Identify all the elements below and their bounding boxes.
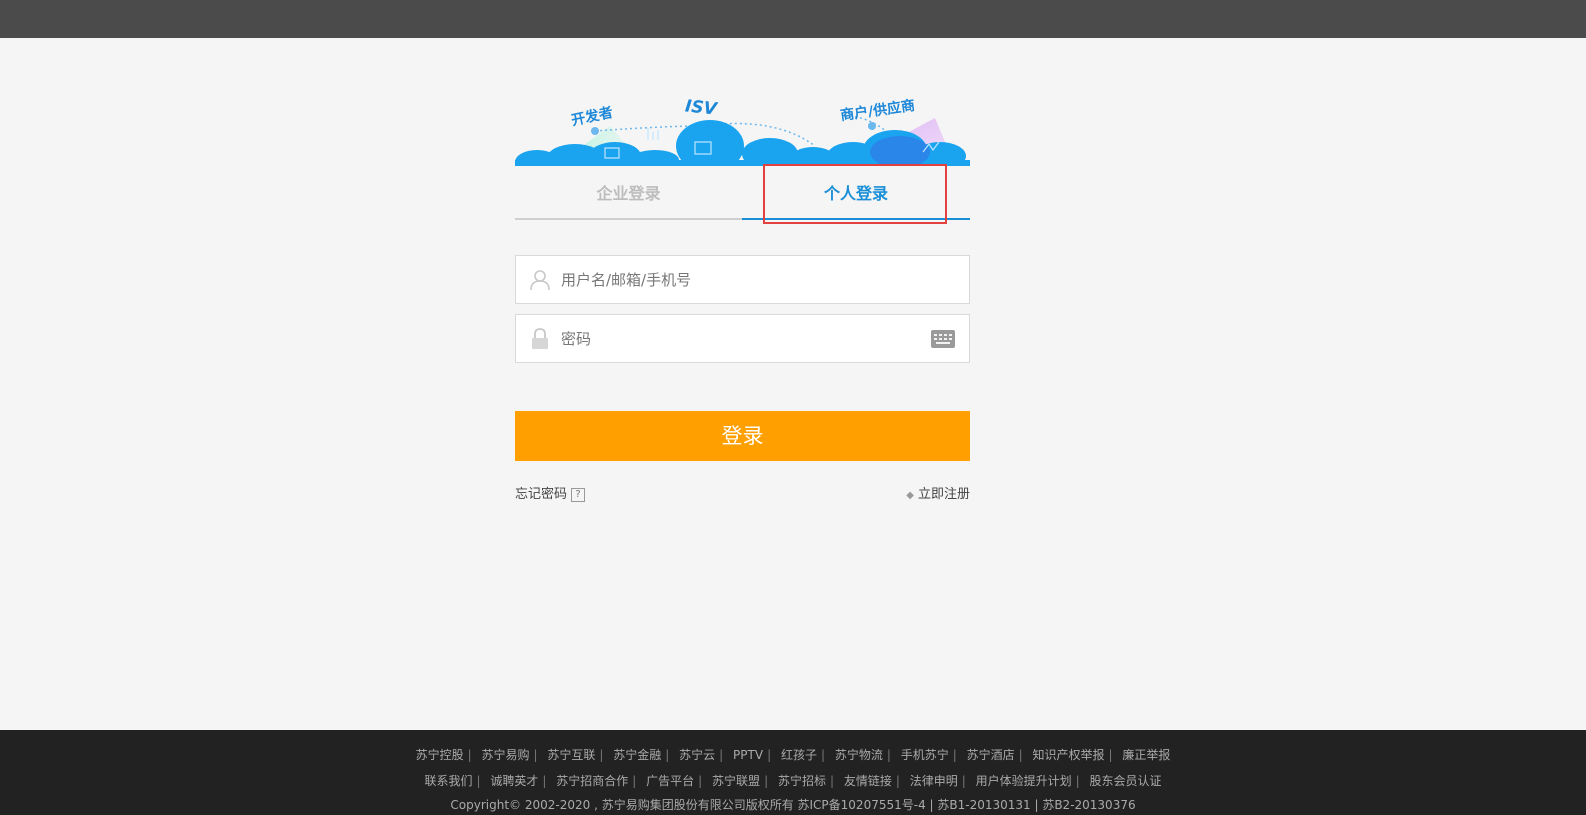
footer-link[interactable]: 苏宁酒店 [967,748,1015,762]
footer-link[interactable]: 苏宁云 [679,748,715,762]
footer-link[interactable]: 股东会员认证 [1090,774,1162,788]
footer-link[interactable]: 苏宁金融 [613,748,661,762]
footer-copyright: Copyright© 2002-2020 , 苏宁易购集团股份有限公司版权所有 … [450,798,1136,812]
lock-icon [532,328,548,349]
forgot-password-label: 忘记密码 [515,487,568,502]
login-tabs: 企业登录 个人登录 [515,164,970,226]
top-bar [0,0,1586,38]
footer-link[interactable]: 苏宁招标 [778,774,826,788]
footer-link[interactable]: 手机苏宁 [901,748,949,762]
username-input[interactable] [561,256,921,303]
register-label: 立即注册 [917,487,970,502]
help-icon[interactable]: ? [571,487,586,502]
footer-link[interactable]: 苏宁易购 [481,748,529,762]
footer-link[interactable]: 广告平台 [646,774,694,788]
footer-link[interactable]: 红孩子 [781,748,817,762]
login-panel: 开发者 ISV 商户/供应商 企业登录 个人登录 登录 [515,86,970,502]
footer-links-row-2: 联系我们 | 诚聘英才 | 苏宁招商合作 | 广告平台 | 苏宁联盟 | 苏宁招标 | 友情… [424,774,1162,788]
forgot-password-link[interactable]: 忘记密码? [515,483,586,502]
footer-link[interactable]: 诚聘英才 [490,774,538,788]
tab-company-login[interactable]: 企业登录 [515,174,742,220]
keyboard-icon[interactable] [931,330,955,348]
footer-link[interactable]: 苏宁联盟 [712,774,760,788]
footer: 苏宁控股 | 苏宁易购 | 苏宁互联 | 苏宁金融 | 苏宁云 | PPTV | 红孩子 | … [0,730,1586,815]
register-link[interactable]: ◆ 立即注册 [906,483,970,502]
arrow-left-icon: ◆ [906,490,914,501]
password-input[interactable] [561,315,921,362]
footer-link[interactable]: 知识产权举报 [1033,748,1105,762]
login-button[interactable]: 登录 [515,411,970,461]
footer-link[interactable]: 用户体验提升计划 [976,774,1072,788]
login-banner: 开发者 ISV 商户/供应商 [515,86,970,166]
footer-link[interactable]: 友情链接 [844,774,892,788]
footer-link[interactable]: PPTV [733,748,763,762]
isv-label: ISV [684,96,718,120]
footer-link[interactable]: 苏宁招商合作 [556,774,628,788]
user-icon [530,270,550,291]
username-field[interactable] [515,255,970,304]
footer-link[interactable]: 法律申明 [910,774,958,788]
tab-personal-login[interactable]: 个人登录 [742,174,970,220]
footer-links-row-1: 苏宁控股 | 苏宁易购 | 苏宁互联 | 苏宁金融 | 苏宁云 | PPTV | 红孩子 | … [415,748,1171,762]
password-field[interactable] [515,314,970,363]
footer-link[interactable]: 苏宁控股 [416,748,464,762]
footer-link[interactable]: 廉正举报 [1122,748,1170,762]
footer-link[interactable]: 苏宁互联 [547,748,595,762]
footer-link[interactable]: 苏宁物流 [835,748,883,762]
footer-link[interactable]: 联系我们 [424,774,472,788]
